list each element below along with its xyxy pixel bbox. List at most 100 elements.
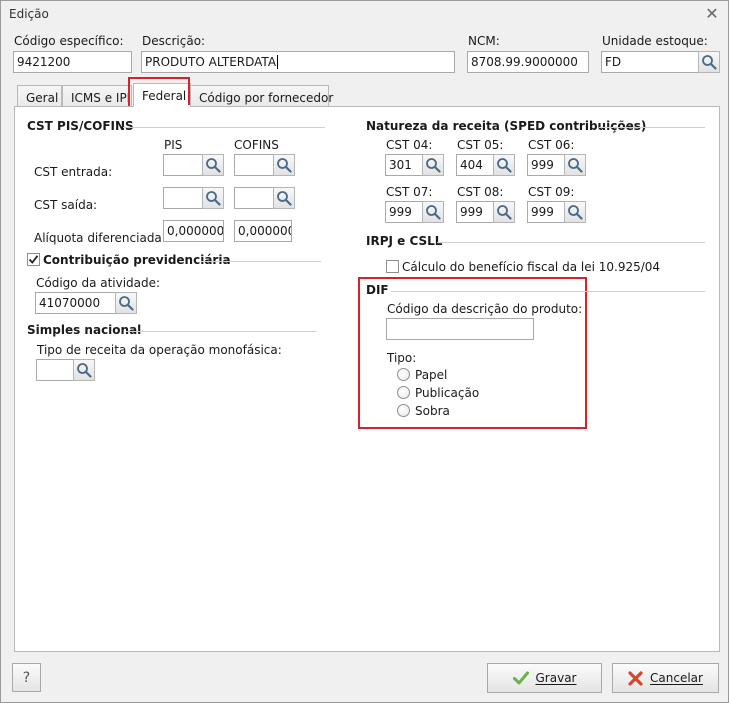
unidade-search-button[interactable] (698, 51, 720, 73)
tipo-receita-label: Tipo de receita da operação monofásica: (37, 343, 282, 357)
search-icon (206, 191, 221, 206)
contribuicao-previdenciaria-checkbox[interactable] (27, 253, 40, 266)
cst-entrada-pis-search-button[interactable] (202, 154, 224, 176)
cst09-input[interactable]: 999 (527, 201, 565, 223)
cst-saida-pis-input[interactable] (163, 187, 203, 209)
search-icon (497, 205, 512, 220)
search-icon (497, 158, 512, 173)
gravar-button[interactable]: Gravar (487, 663, 602, 693)
dif-title: DIF (366, 283, 389, 297)
unidade-estoque-input[interactable]: FD (601, 51, 699, 73)
aliquota-cofins-input[interactable]: 0,000000 (234, 220, 292, 242)
codigo-especifico-label: Código específico: (14, 34, 124, 48)
cst05-search-button[interactable] (493, 154, 515, 176)
pis-column-label: PIS (164, 138, 183, 152)
cst-saida-cofins-input[interactable] (234, 187, 274, 209)
tipo-receita-input[interactable] (36, 359, 74, 381)
codigo-atividade-search-button[interactable] (115, 292, 137, 314)
descricao-label: Descrição: (142, 34, 206, 48)
beneficio-fiscal-checkbox[interactable] (386, 260, 399, 273)
cst07-input[interactable]: 999 (385, 201, 423, 223)
codigo-descricao-produto-input[interactable] (386, 318, 534, 340)
gravar-label: Gravar (535, 671, 577, 685)
radio-sobra-label: Sobra (415, 404, 450, 418)
cst-entrada-cofins-search-button[interactable] (273, 154, 295, 176)
help-button[interactable]: ? (12, 663, 41, 692)
irpj-csll-title: IRPJ e CSLL (366, 234, 443, 248)
search-icon (568, 158, 583, 173)
radio-papel-label: Papel (415, 368, 448, 382)
tipo-receita-search-button[interactable] (73, 359, 95, 381)
cofins-column-label: COFINS (234, 138, 279, 152)
cst09-search-button[interactable] (564, 201, 586, 223)
natureza-receita-title: Natureza da receita (SPED contribuições) (366, 119, 647, 133)
cst-entrada-cofins-input[interactable] (234, 154, 274, 176)
cst-saida-label: CST saída: (34, 198, 98, 212)
aliquota-pis-input[interactable]: 0,000000 (163, 220, 224, 242)
codigo-especifico-input[interactable]: 9421200 (13, 51, 132, 73)
beneficio-fiscal-label: Cálculo do benefício fiscal da lei 10.92… (402, 260, 661, 274)
cst04-search-button[interactable] (422, 154, 444, 176)
radio-publicacao[interactable] (397, 386, 410, 399)
cst06-input[interactable]: 999 (527, 154, 565, 176)
cst07-label: CST 07: (386, 185, 433, 199)
dif-divider (391, 291, 705, 292)
checkmark-icon (28, 255, 39, 264)
cst08-search-button[interactable] (493, 201, 515, 223)
radio-papel[interactable] (397, 368, 410, 381)
search-icon (277, 158, 292, 173)
ncm-input[interactable]: 8708.99.9000000 (467, 51, 589, 73)
search-icon (277, 191, 292, 206)
cst-saida-pis-search-button[interactable] (202, 187, 224, 209)
descricao-value: PRODUTO ALTERDATA (145, 55, 277, 69)
aliquota-diferenciada-label: Alíquota diferenciada: (34, 231, 166, 245)
codigo-atividade-input[interactable]: 41070000 (35, 292, 116, 314)
radio-sobra[interactable] (397, 404, 410, 417)
edit-dialog: Edição ✕ Código específico: 9421200 Desc… (0, 0, 729, 703)
codigo-descricao-produto-label: Código da descrição do produto: (387, 302, 583, 316)
cst09-label: CST 09: (528, 185, 575, 199)
unidade-estoque-label: Unidade estoque: (602, 34, 708, 48)
cancel-x-icon (628, 670, 643, 686)
natureza-divider (599, 127, 705, 128)
cst-divider (123, 127, 325, 128)
tipo-label: Tipo: (387, 351, 417, 365)
cst05-input[interactable]: 404 (456, 154, 494, 176)
cst-entrada-label: CST entrada: (34, 165, 113, 179)
cst08-input[interactable]: 999 (456, 201, 494, 223)
window-title: Edição (9, 7, 49, 21)
search-icon (426, 205, 441, 220)
descricao-input[interactable]: PRODUTO ALTERDATA (141, 51, 455, 73)
search-icon (426, 158, 441, 173)
cst08-label: CST 08: (457, 185, 504, 199)
federal-panel (14, 106, 720, 652)
cancelar-button[interactable]: Cancelar (612, 663, 719, 693)
close-icon[interactable]: ✕ (703, 5, 721, 23)
text-cursor (277, 55, 279, 69)
cst04-label: CST 04: (386, 138, 433, 152)
contribuicao-previdenciaria-label: Contribuição previdenciária (43, 253, 231, 267)
search-icon (77, 363, 92, 378)
search-icon (206, 158, 221, 173)
active-tab-joiner (134, 105, 190, 107)
cancelar-label: Cancelar (650, 671, 703, 685)
cst05-label: CST 05: (457, 138, 504, 152)
checkmark-icon (512, 671, 529, 685)
search-icon (119, 296, 134, 311)
title-bar: Edição ✕ (1, 1, 728, 29)
cst07-search-button[interactable] (422, 201, 444, 223)
cst-pis-cofins-title: CST PIS/COFINS (27, 119, 134, 133)
simples-divider (126, 331, 316, 332)
simples-nacional-title: Simples nacional (27, 323, 142, 337)
cst06-search-button[interactable] (564, 154, 586, 176)
search-icon (568, 205, 583, 220)
ncm-label: NCM: (468, 34, 500, 48)
search-icon (702, 55, 717, 70)
cst06-label: CST 06: (528, 138, 575, 152)
cst04-input[interactable]: 301 (385, 154, 423, 176)
radio-publicacao-label: Publicação (415, 386, 480, 400)
contribuicao-divider (201, 261, 321, 262)
cst-entrada-pis-input[interactable] (163, 154, 203, 176)
codigo-atividade-label: Código da atividade: (36, 276, 161, 290)
cst-saida-cofins-search-button[interactable] (273, 187, 295, 209)
